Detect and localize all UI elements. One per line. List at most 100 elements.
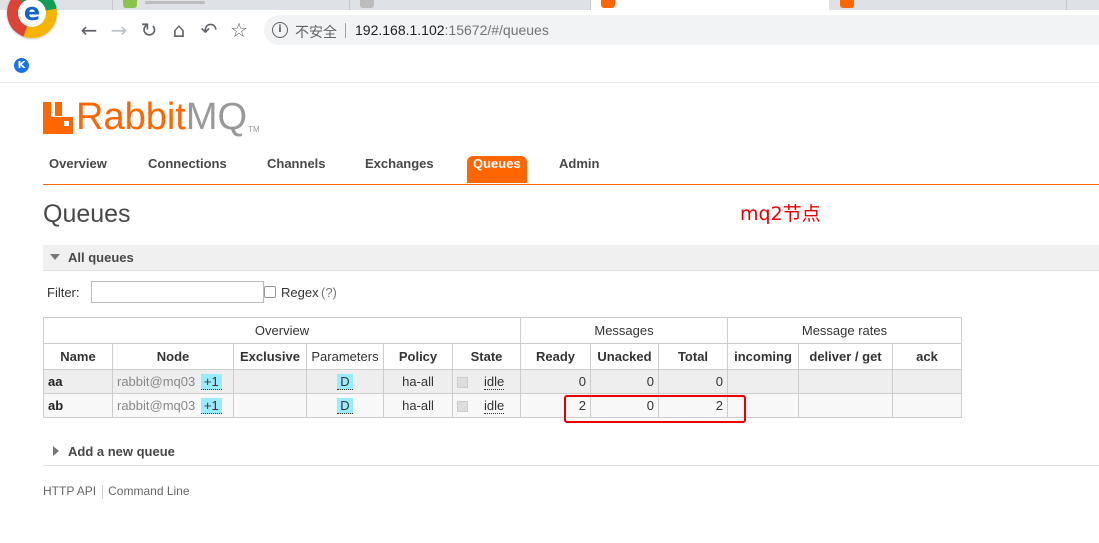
queue-node: rabbit@mq03 +1 [112,393,234,418]
mirror-count-badge[interactable]: +1 [200,398,222,414]
group-messages: Messages [520,317,728,344]
rate-ack [892,393,962,418]
add-queue-section[interactable]: Add a new queue [43,441,1099,466]
rabbitmq-favicon-icon [601,0,615,8]
col-name[interactable]: Name [43,343,113,370]
messages-total: 2 [658,393,728,418]
forward-icon[interactable]: → [108,18,130,42]
table-row[interactable]: aa rabbit@mq03 +1 D ha-all idle 0 0 0 [43,369,962,394]
col-state[interactable]: State [452,343,521,370]
col-total[interactable]: Total [658,343,728,370]
col-unacked[interactable]: Unacked [590,343,659,370]
bookmark-k-icon[interactable]: K [14,58,29,73]
bookmark-star-icon[interactable]: ☆ [228,18,250,42]
col-incoming[interactable]: incoming [727,343,799,370]
browser-tab[interactable] [60,0,113,10]
queues-table: Overview Messages Message rates Name Nod… [43,317,962,418]
group-overview: Overview [43,317,521,344]
messages-ready: 2 [520,393,591,418]
queue-name-link[interactable]: aa [43,369,113,394]
browser-tab-active[interactable] [591,0,829,10]
queue-policy: ha-all [383,393,453,418]
rate-incoming [727,369,799,394]
queue-exclusive [233,393,307,418]
logo-rabbit: Rabbit [76,96,186,138]
rabbitmq-logo-icon [43,95,73,134]
col-parameters[interactable]: Parameters [306,343,384,370]
tab-connections[interactable]: Connections [142,156,233,183]
rate-incoming [727,393,799,418]
state-indicator-icon [457,401,468,413]
col-deliver-get[interactable]: deliver / get [798,343,893,370]
rate-ack [892,369,962,394]
info-icon[interactable]: i [272,22,288,38]
messages-ready: 0 [520,369,591,394]
home-icon[interactable]: ⌂ [168,18,190,42]
queue-exclusive [233,369,307,394]
node-name: rabbit@mq03 [117,374,196,389]
browser-tab-strip [0,0,1099,10]
col-ready[interactable]: Ready [520,343,591,370]
filter-input[interactable] [91,281,264,303]
filter-label: Filter: [47,285,80,300]
logo-wordmark: RabbitMQ [76,95,247,139]
url-host: 192.168.1.102 [355,22,445,38]
all-queues-label: All queues [68,250,134,265]
queue-parameters: D [306,393,384,418]
tab-queues[interactable]: Queues [467,156,527,183]
undo-icon[interactable]: ↶ [198,18,220,42]
command-line-link[interactable]: Command Line [108,484,189,498]
add-queue-label[interactable]: Add a new queue [68,444,175,459]
col-node[interactable]: Node [112,343,234,370]
queue-state: idle [452,393,521,418]
col-policy[interactable]: Policy [383,343,453,370]
messages-unacked: 0 [590,393,659,418]
rate-deliver-get [798,393,893,418]
state-indicator-icon [457,377,468,389]
queue-name-link[interactable]: ab [43,393,113,418]
col-exclusive[interactable]: Exclusive [233,343,307,370]
messages-unacked: 0 [590,369,659,394]
browser-tab[interactable] [113,0,350,10]
reload-icon[interactable]: ↻ [138,18,160,42]
node-name: rabbit@mq03 [117,398,196,413]
browser-tab[interactable] [350,0,591,10]
browser-tab[interactable] [830,0,1067,10]
tab-admin[interactable]: Admin [553,156,605,183]
table-group-header: Overview Messages Message rates [43,317,962,344]
address-url[interactable]: 192.168.1.102:15672/#/queues [355,22,549,38]
main-nav: Overview Connections Channels Exchanges … [43,156,1099,185]
queue-node: rabbit@mq03 +1 [112,369,234,394]
logo-trademark: TM [248,125,260,134]
filter-row: Filter: Regex (?) [47,281,447,303]
tab-exchanges[interactable]: Exchanges [359,156,440,183]
tab-favicon-icon [360,0,374,8]
browser-toolbar: ← → ↻ ⌂ ↶ ☆ i 不安全 192.168.1.102:15672/#/… [0,10,1099,50]
regex-help-link[interactable]: (?) [321,285,337,300]
table-row[interactable]: ab rabbit@mq03 +1 D ha-all idle 2 0 2 [43,393,962,418]
url-path: :15672/#/queues [444,22,549,38]
back-icon[interactable]: ← [78,18,100,42]
queue-state: idle [452,369,521,394]
tab-channels[interactable]: Channels [261,156,332,183]
durable-badge[interactable]: D [337,374,353,390]
group-message-rates: Message rates [727,317,962,344]
rabbitmq-logo: RabbitMQ TM [43,95,260,139]
tab-overview[interactable]: Overview [43,156,113,183]
messages-total: 0 [658,369,728,394]
annotation-text: mq2节点 [740,203,821,225]
col-ack[interactable]: ack [892,343,962,370]
rabbitmq-favicon-icon [840,0,854,8]
address-separator [345,23,346,38]
browser-tab[interactable] [1067,0,1099,10]
queue-policy: ha-all [383,369,453,394]
state-label: idle [484,398,505,414]
all-queues-header[interactable]: All queues [43,245,1099,271]
address-bar[interactable]: i 不安全 192.168.1.102:15672/#/queues [264,15,1099,45]
mirror-count-badge[interactable]: +1 [200,374,222,390]
http-api-link[interactable]: HTTP API [43,484,96,498]
durable-badge[interactable]: D [337,398,353,414]
queue-parameters: D [306,369,384,394]
regex-checkbox[interactable] [264,286,276,298]
regex-label: Regex [281,285,319,300]
